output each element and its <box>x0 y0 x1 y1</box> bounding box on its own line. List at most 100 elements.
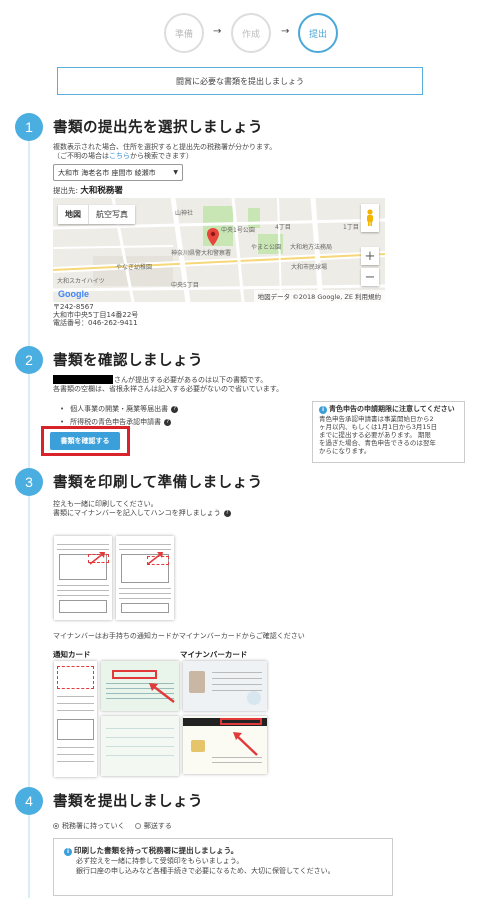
section-number: 1 <box>15 113 43 141</box>
mynumber-card-label: マイナンバーカード <box>180 650 248 659</box>
doc-item-label: 所得税の青色申告承認申請書 <box>70 418 162 426</box>
doc-item-label: 個人事業の開業・廃業等届出書 <box>70 405 169 413</box>
desc-text: 書類にマイナンバーを記入してハンコを押しましょう <box>53 509 221 517</box>
notify-card-label: 通知カード <box>53 650 91 659</box>
google-logo: Google <box>58 289 89 299</box>
doc-item: 個人事業の開業・廃業等届出書? <box>60 404 179 414</box>
section1-desc2: （ご不明の場合はこちらから検索できます） <box>53 152 193 161</box>
map-label: 中央5丁目 <box>171 282 199 289</box>
zoom-out-button[interactable]: − <box>361 268 379 286</box>
map-label: 大和地方法務局 <box>290 244 333 251</box>
blue-return-notice: i 青色申告の申請期限に注意してください 青色申告承認申請書は事業開始日から2 ヶ… <box>312 401 465 463</box>
arrow-right-icon: → <box>281 26 290 37</box>
map-label: 神奈川県警大和警察署 <box>171 250 232 257</box>
radio-bring-in[interactable]: 税務署に持っていく <box>53 822 125 830</box>
map-tab[interactable]: 地図 <box>58 205 89 224</box>
radio-mail[interactable]: 郵送する <box>134 822 172 830</box>
notify-card-doc-image <box>54 661 97 777</box>
submit-info-title-text: 印刷した書類を持って税務署に提出しましょう。 <box>74 846 239 855</box>
photo-placeholder <box>189 671 205 693</box>
section3-desc2: 書類にマイナンバーを記入してハンコを押しましょう? <box>53 509 231 518</box>
step-label: 準備 <box>174 29 193 40</box>
notice-line: からになります。 <box>319 447 371 455</box>
info-icon: i <box>64 848 72 856</box>
arrow-right-icon: → <box>213 26 222 37</box>
notice-body: 青色申告承認申請書は事業開始日から2 ヶ月以内、もしくは1月1日から3月15日 … <box>319 415 458 455</box>
office-line: 提出先: 大和税務署 <box>53 186 123 196</box>
notify-card-image <box>101 661 179 711</box>
card-note: マイナンバーはお手持ちの通知カードかマイナンバーカードからご確認ください <box>53 632 305 640</box>
office-label: 提出先: <box>53 186 79 195</box>
map-type-toggle: 地図 航空写真 <box>58 205 135 224</box>
page-banner: 闘賞に必要な書類を提出しましょう <box>57 67 423 95</box>
step-prepare: 準備 <box>164 13 204 53</box>
map-label: 1丁目 <box>343 224 359 231</box>
radio-icon <box>134 823 141 829</box>
pegman-icon <box>367 209 373 226</box>
map-label: 中央1号公園 <box>221 227 255 234</box>
redacted-name <box>53 375 113 384</box>
step-create: 作成 <box>231 13 271 53</box>
address-select[interactable]: 大和市 海老名市 座間市 綾瀬市 ▼ <box>53 164 183 181</box>
address-tel: 電話番号：046-262-9411 <box>53 319 138 327</box>
submit-info-title: i 印刷した書類を持って税務署に提出しましょう。 <box>64 845 382 856</box>
info-icon: i <box>319 406 327 414</box>
chevron-down-icon: ▼ <box>173 169 178 176</box>
desc-text: から検索できます） <box>130 152 193 160</box>
section-number: 3 <box>15 468 43 496</box>
map-label: 大和スカイハイツ <box>57 278 105 285</box>
section2-desc2: 各書類の空欄は、省根永祥さんは記入する必要がないので省いています。 <box>53 385 284 393</box>
section-number: 2 <box>15 346 43 374</box>
step-label: 作成 <box>241 29 260 40</box>
map-label: 4丁目 <box>275 224 291 231</box>
select-value: 大和市 海老名市 座間市 綾瀬市 <box>58 168 156 177</box>
help-icon[interactable]: ? <box>223 509 231 517</box>
document-thumbnail[interactable] <box>116 536 174 620</box>
satellite-tab[interactable]: 航空写真 <box>89 205 135 224</box>
confirm-documents-button[interactable]: 書類を確認する <box>50 432 120 450</box>
red-arrow-icon <box>233 732 258 756</box>
street-view-icon[interactable] <box>361 204 379 232</box>
notice-line: までに提出する必要があります。 期限 <box>319 431 431 439</box>
tax-office-map[interactable]: 地図 航空写真 山神社 中央1号公園 やまと公園 神奈川県警大和警察署 大和地方… <box>53 198 385 302</box>
option-label: 税務署に持っていく <box>62 822 125 830</box>
section-title: 書類の提出先を選択しましょう <box>53 120 263 136</box>
red-arrow-icon <box>89 552 105 565</box>
notice-line: 青色申告承認申請書は事業開始日から2 <box>319 415 434 423</box>
step-submit: 提出 <box>298 13 338 53</box>
notify-card-back-image <box>101 716 179 776</box>
notice-line: を過ぎた場合、青色申告できるのは翌年 <box>319 439 436 447</box>
mynumber-card-back-image <box>183 716 267 774</box>
search-link[interactable]: こちら <box>109 152 130 160</box>
timeline-line <box>28 128 30 898</box>
map-label: やなぎ幼稚園 <box>116 264 153 271</box>
map-label: やまと公園 <box>251 244 282 251</box>
section-title: 書類を提出しましょう <box>53 794 203 810</box>
map-pin-icon[interactable] <box>207 228 219 246</box>
office-name: 大和税務署 <box>80 186 123 196</box>
hologram-icon <box>247 691 261 705</box>
step-label: 提出 <box>308 29 327 40</box>
radio-icon <box>53 823 59 829</box>
red-arrow-icon <box>149 683 175 703</box>
section-number: 4 <box>15 787 43 815</box>
option-label: 郵送する <box>143 822 172 830</box>
mynumber-card-front-image <box>183 661 267 711</box>
help-icon[interactable]: ? <box>164 418 172 426</box>
section1-desc: 複数表示された場合、住所を選択すると提出先の税務署が分かります。 <box>53 143 277 151</box>
desc-text: （ご不明の場合は <box>53 152 109 160</box>
map-copyright[interactable]: 地図データ ©2018 Google, ZE 利用規約 <box>253 290 385 302</box>
notice-line: ヶ月以内、もしくは1月1日から3月15日 <box>319 423 438 431</box>
help-icon[interactable]: ? <box>171 405 179 413</box>
document-thumbnail[interactable] <box>54 536 112 620</box>
map-label: 山神社 <box>175 210 194 217</box>
submit-info-line: 銀行口座の申し込みなど各種手続きで必要になるため、大切に保管してください。 <box>76 867 335 875</box>
ic-chip-icon <box>191 740 205 752</box>
zoom-in-button[interactable]: + <box>361 247 379 265</box>
red-arrow-icon <box>147 552 163 565</box>
notice-title-text: 青色申告の申請期限に注意してください <box>329 405 455 413</box>
submit-info-box: i 印刷した書類を持って税務署に提出しましょう。 必ず控えを一緒に持参して受領印を… <box>53 838 393 896</box>
map-label: 大和市民球場 <box>291 264 328 271</box>
section3-desc: 控えも一緒に印刷してください。 <box>53 500 158 508</box>
section-title: 書類を確認しましょう <box>53 353 203 369</box>
